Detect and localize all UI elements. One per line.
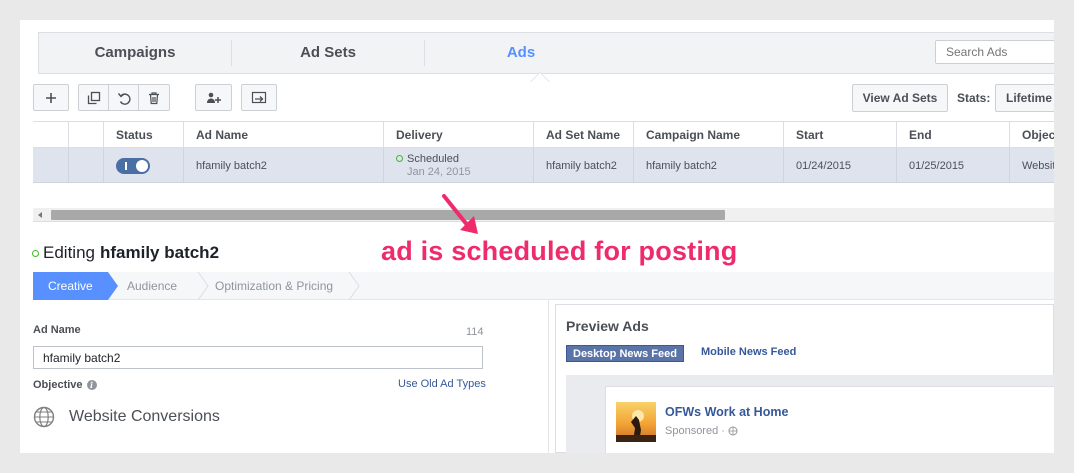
edit-steps-bar: Creative Audience Optimization & Pricing	[33, 272, 1054, 300]
step-creative[interactable]: Creative	[33, 272, 108, 300]
ad-name-label: Ad Name	[33, 324, 81, 336]
active-step-arrow	[108, 272, 118, 300]
objective-label-row: Objective i	[33, 379, 97, 391]
ads-table: Status Ad Name Delivery Ad Set Name Camp…	[33, 121, 1054, 211]
table-header: Status Ad Name Delivery Ad Set Name Camp…	[33, 122, 1054, 148]
delete-button[interactable]	[139, 85, 169, 110]
column-campaign-name[interactable]: Campaign Name	[633, 122, 783, 148]
row-checkbox-cell[interactable]	[33, 148, 68, 183]
column-delivery[interactable]: Delivery	[383, 122, 533, 148]
creative-form-panel	[20, 300, 549, 453]
use-old-ad-types-link[interactable]: Use Old Ad Types	[398, 378, 486, 390]
editing-title: Editing hfamily batch2	[32, 243, 219, 263]
editing-ad-name: hfamily batch2	[99, 243, 220, 262]
add-people-button[interactable]	[195, 84, 232, 111]
tab-desktop-news-feed[interactable]: Desktop News Feed	[566, 345, 684, 362]
tab-ads[interactable]: Ads	[425, 33, 617, 73]
undo-button[interactable]	[109, 85, 139, 110]
duplicate-icon	[87, 91, 100, 104]
objective-value-row: Website Conversions	[33, 406, 220, 428]
start-cell: 01/24/2015	[783, 148, 896, 183]
step-optimization-pricing[interactable]: Optimization & Pricing	[215, 272, 333, 300]
add-ad-button[interactable]	[33, 84, 69, 111]
search-input[interactable]	[935, 40, 1054, 64]
status-cell	[103, 148, 183, 183]
ad-name-cell[interactable]: hfamily batch2	[183, 148, 383, 183]
step-audience[interactable]: Audience	[127, 272, 177, 300]
tab-ad-sets[interactable]: Ad Sets	[232, 33, 424, 73]
step-chevron-icon	[197, 272, 209, 300]
active-tab-notch	[531, 73, 549, 82]
column-status[interactable]: Status	[103, 122, 183, 148]
active-status-dot	[32, 249, 39, 257]
column-start[interactable]: Start	[783, 122, 896, 148]
stats-label: Stats:	[957, 91, 991, 105]
objective-label: Objective	[33, 379, 83, 391]
view-ad-sets-button[interactable]: View Ad Sets	[852, 84, 948, 112]
stats-dropdown[interactable]: Lifetime	[995, 84, 1054, 112]
export-button[interactable]	[241, 84, 277, 111]
globe-icon	[33, 406, 55, 428]
globe-small-icon	[728, 426, 738, 436]
sponsored-row: Sponsored ·	[665, 425, 738, 437]
delivery-date: Jan 24, 2015	[407, 165, 471, 178]
edit-button-group	[78, 84, 170, 111]
preview-title: Preview Ads	[566, 318, 649, 334]
column-select[interactable]	[33, 122, 68, 148]
column-flag	[68, 122, 103, 148]
tab-mobile-news-feed[interactable]: Mobile News Feed	[701, 346, 796, 358]
row-flag-cell	[68, 148, 103, 183]
trash-icon	[149, 91, 159, 104]
page-avatar[interactable]	[616, 402, 656, 442]
annotation-arrow-icon	[442, 194, 478, 234]
plus-icon	[46, 92, 56, 103]
scrollbar-thumb[interactable]	[51, 210, 725, 220]
scroll-left-arrow-icon[interactable]	[38, 212, 42, 218]
column-ad-name[interactable]: Ad Name	[183, 122, 383, 148]
objective-cell: Website Conversions	[1009, 148, 1054, 183]
scheduled-status-dot	[396, 155, 403, 163]
ad-preview-card: OFWs Work at Home Sponsored ·	[605, 386, 1054, 453]
status-toggle[interactable]	[116, 157, 150, 174]
sponsored-label: Sponsored	[665, 425, 719, 437]
export-icon	[251, 91, 267, 103]
add-people-icon	[206, 92, 221, 103]
table-row[interactable]: hfamily batch2 Scheduled Jan 24, 2015 hf…	[33, 148, 1054, 183]
column-end[interactable]: End	[896, 122, 1009, 148]
preview-panel: Preview Ads Desktop News Feed Mobile New…	[555, 304, 1054, 453]
editing-prefix: Editing	[43, 243, 95, 262]
column-ad-set-name[interactable]: Ad Set Name	[533, 122, 633, 148]
tab-bar: Campaigns Ad Sets Ads	[38, 32, 1054, 82]
page-name-link[interactable]: OFWs Work at Home	[665, 405, 788, 419]
end-cell: 01/25/2015	[896, 148, 1009, 183]
tab-campaigns[interactable]: Campaigns	[39, 33, 231, 73]
info-icon[interactable]: i	[86, 380, 97, 391]
character-counter: 114	[466, 326, 484, 338]
delivery-status: Scheduled	[407, 152, 459, 165]
ad-set-name-cell: hfamily batch2	[533, 148, 633, 183]
ad-name-input[interactable]	[33, 346, 483, 369]
step-chevron-icon	[348, 272, 360, 300]
delivery-cell: Scheduled Jan 24, 2015	[383, 148, 533, 183]
ads-manager-frame: Campaigns Ad Sets Ads View Ad Sets Stats…	[20, 20, 1054, 453]
undo-icon	[117, 92, 131, 105]
duplicate-button[interactable]	[79, 85, 109, 110]
campaign-name-cell: hfamily batch2	[633, 148, 783, 183]
silhouette-icon	[616, 410, 656, 442]
column-objective[interactable]: Objective	[1009, 122, 1054, 148]
objective-value: Website Conversions	[69, 408, 220, 425]
annotation-text: ad is scheduled for posting	[381, 236, 738, 266]
horizontal-scrollbar[interactable]	[33, 208, 1054, 222]
